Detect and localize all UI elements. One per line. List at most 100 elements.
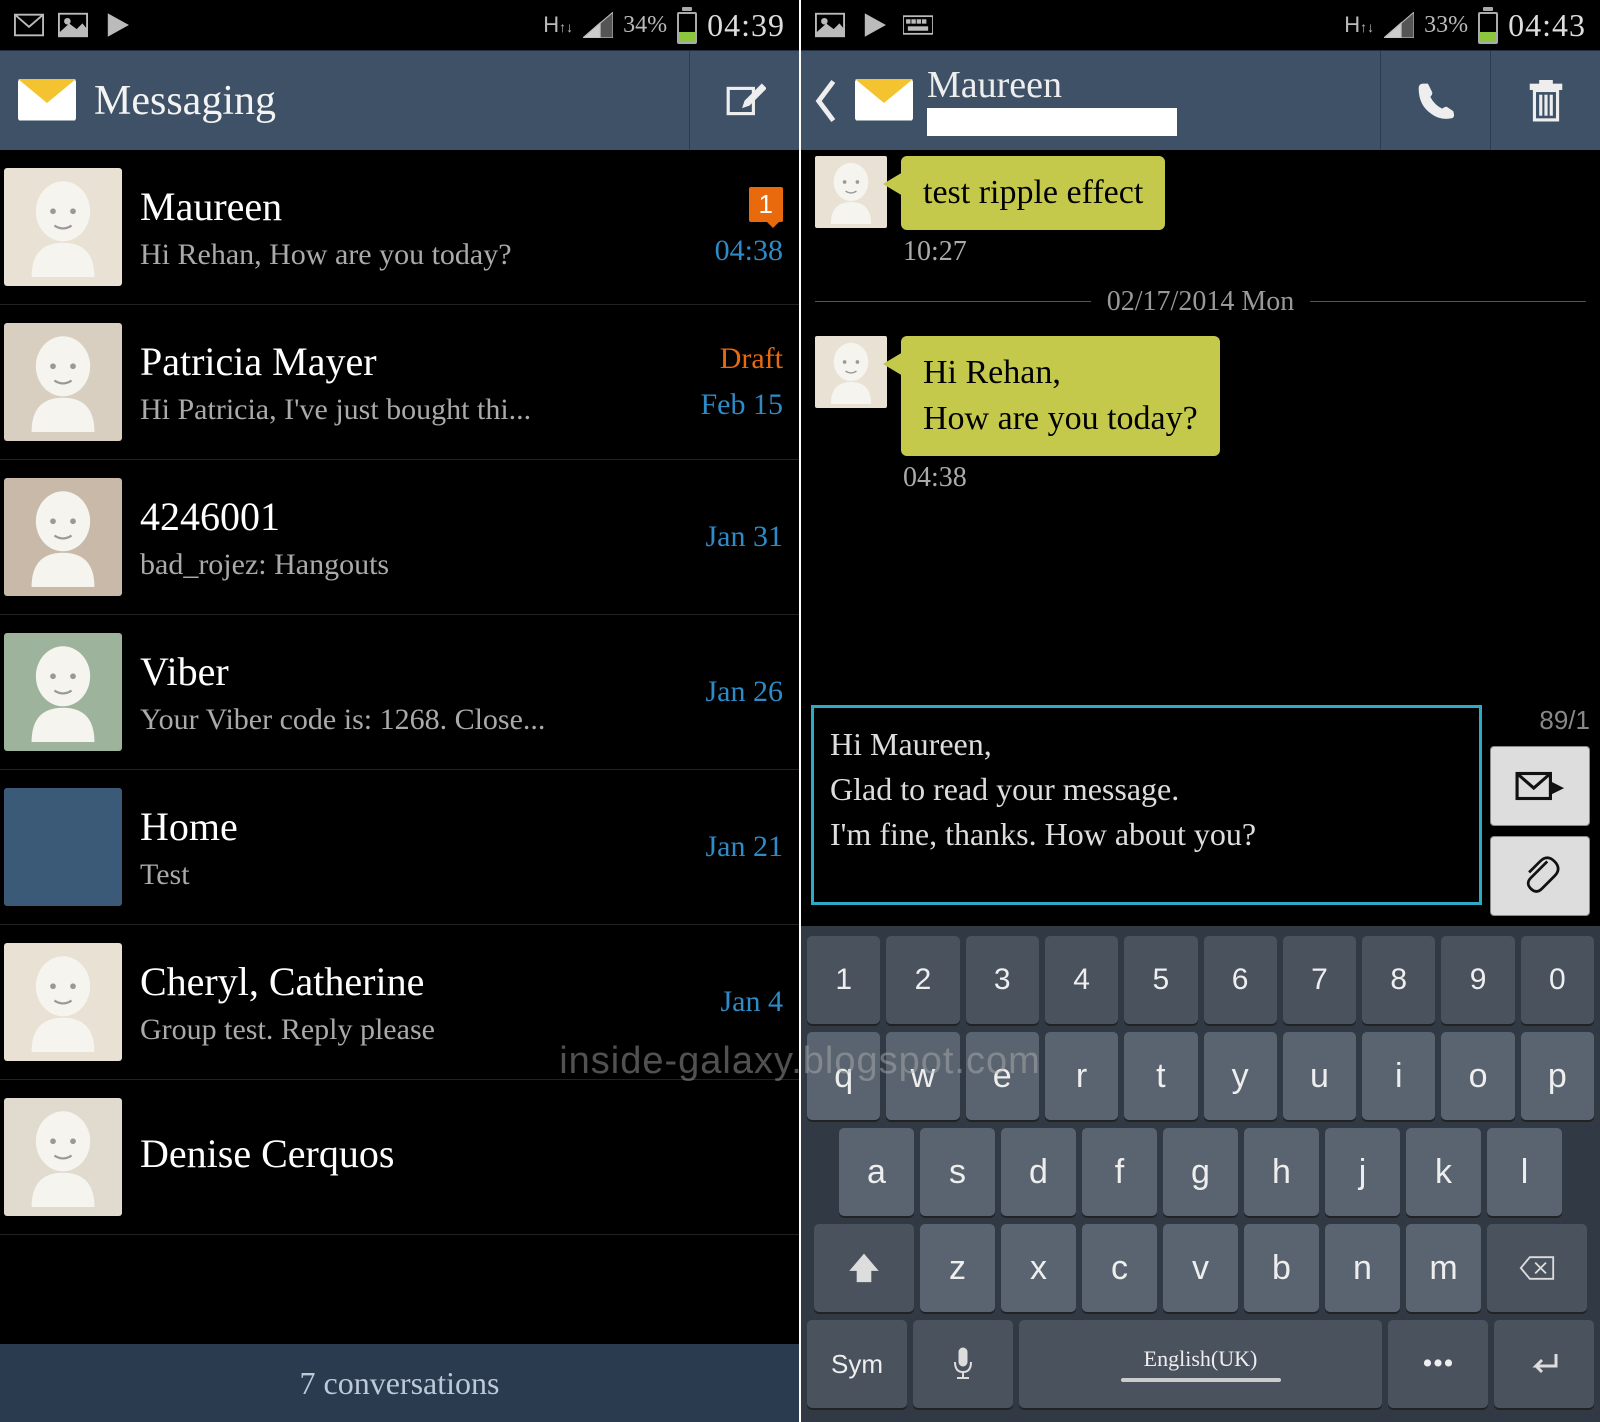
message-preview: bad_rojez: Hangouts [140,548,673,582]
back-button[interactable] [801,51,851,150]
timestamp: 04:38 [715,234,783,268]
key-3[interactable]: 3 [966,936,1039,1024]
char-counter: 89/1 [1490,705,1590,736]
compose-button[interactable] [689,51,799,150]
message-bubble: test ripple effect [901,156,1165,230]
avatar [4,1098,122,1216]
network-h-icon: H↑↓ [543,12,573,38]
key-y[interactable]: y [1204,1032,1277,1120]
image-icon [815,12,845,38]
key-u[interactable]: u [1283,1032,1356,1120]
messaging-list-screen: H↑↓ 34% 04:39 Messaging MaureenHi Rehan,… [0,0,799,1422]
key-5[interactable]: 5 [1124,936,1197,1024]
key-m[interactable]: m [1406,1224,1481,1312]
messaging-icon [855,79,913,123]
key-b[interactable]: b [1244,1224,1319,1312]
play-icon [859,12,889,38]
message-preview: Your Viber code is: 1268. Close... [140,703,673,737]
message-preview: Group test. Reply please [140,1013,673,1047]
key-c[interactable]: c [1082,1224,1157,1312]
key-l[interactable]: l [1487,1128,1562,1216]
contact-name: Maureen [140,183,673,230]
call-button[interactable] [1380,51,1490,150]
key-0[interactable]: 0 [1521,936,1594,1024]
enter-key[interactable] [1494,1320,1594,1408]
contact-name: 4246001 [140,493,673,540]
key-o[interactable]: o [1441,1032,1514,1120]
key-a[interactable]: a [839,1128,914,1216]
conversation-item[interactable]: Home Test Jan 21 [0,770,799,925]
key-g[interactable]: g [1163,1128,1238,1216]
message-preview: Hi Patricia, I've just bought thi... [140,393,673,427]
received-message[interactable]: test ripple effect [815,156,1586,230]
conversation-thread-screen: H↑↓ 33% 04:43 Maureen test ripple effect… [801,0,1600,1422]
space-key[interactable]: English(UK) [1019,1320,1382,1408]
conversation-item[interactable]: MaureenHi Rehan, How are you today?104:3… [0,150,799,305]
key-w[interactable]: w [886,1032,959,1120]
battery-percent: 34% [623,12,667,39]
draft-label: Draft [720,342,783,376]
conversation-header: Maureen [801,50,1600,150]
key-6[interactable]: 6 [1204,936,1277,1024]
contact-name: Home [140,803,673,850]
key-8[interactable]: 8 [1362,936,1435,1024]
key-q[interactable]: q [807,1032,880,1120]
avatar [4,323,122,441]
key-z[interactable]: z [920,1224,995,1312]
avatar [4,168,122,286]
conversation-item[interactable]: Patricia Mayer Hi Patricia, I've just bou… [0,305,799,460]
conversation-item[interactable]: 4246001 bad_rojez: Hangouts Jan 31 [0,460,799,615]
keyboard[interactable]: 1234567890 qwertyuiop asdfghjkl zxcvbnm … [801,926,1600,1422]
key-d[interactable]: d [1001,1128,1076,1216]
avatar [4,478,122,596]
symbols-key[interactable]: Sym [807,1320,907,1408]
backspace-key[interactable] [1487,1224,1587,1312]
messaging-icon [18,79,76,123]
timestamp: Jan 21 [706,830,784,864]
key-e[interactable]: e [966,1032,1039,1120]
key-f[interactable]: f [1082,1128,1157,1216]
keyboard-icon [903,12,933,38]
key-i[interactable]: i [1362,1032,1435,1120]
key-s[interactable]: s [920,1128,995,1216]
attach-button[interactable] [1490,836,1590,916]
unread-badge: 1 [749,187,783,222]
conversation-item[interactable]: Cheryl, Catherine Group test. Reply pleas… [0,925,799,1080]
settings-key[interactable]: ••• [1388,1320,1488,1408]
contact-name: Cheryl, Catherine [140,958,673,1005]
received-message[interactable]: Hi Rehan, How are you today? [815,336,1586,456]
app-title: Messaging [94,77,689,125]
timestamp: Jan 31 [706,520,784,554]
message-preview: Test [140,858,673,892]
key-x[interactable]: x [1001,1224,1076,1312]
contact-name: Patricia Mayer [140,338,673,385]
key-2[interactable]: 2 [886,936,959,1024]
conversation-item[interactable]: Denise Cerquos [0,1080,799,1235]
key-t[interactable]: t [1124,1032,1197,1120]
key-k[interactable]: k [1406,1128,1481,1216]
contact-name: Denise Cerquos [140,1130,673,1177]
key-7[interactable]: 7 [1283,936,1356,1024]
delete-button[interactable] [1490,51,1600,150]
contact-title: Maureen [927,66,1380,136]
key-v[interactable]: v [1163,1224,1238,1312]
avatar [4,788,122,906]
contact-name: Viber [140,648,673,695]
key-h[interactable]: h [1244,1128,1319,1216]
message-time: 04:38 [903,462,1586,494]
send-button[interactable] [1490,746,1590,826]
key-n[interactable]: n [1325,1224,1400,1312]
key-1[interactable]: 1 [807,936,880,1024]
play-icon [102,12,132,38]
key-r[interactable]: r [1045,1032,1118,1120]
conversation-item[interactable]: ViberYour Viber code is: 1268. Close...J… [0,615,799,770]
timestamp: Jan 4 [721,985,784,1019]
key-j[interactable]: j [1325,1128,1400,1216]
key-4[interactable]: 4 [1045,936,1118,1024]
conversation-count-bar: 7 conversations [0,1344,799,1422]
shift-key[interactable] [814,1224,914,1312]
key-9[interactable]: 9 [1441,936,1514,1024]
message-input[interactable]: Hi Maureen, Glad to read your message. I… [811,705,1482,905]
key-p[interactable]: p [1521,1032,1594,1120]
mic-key[interactable] [913,1320,1013,1408]
